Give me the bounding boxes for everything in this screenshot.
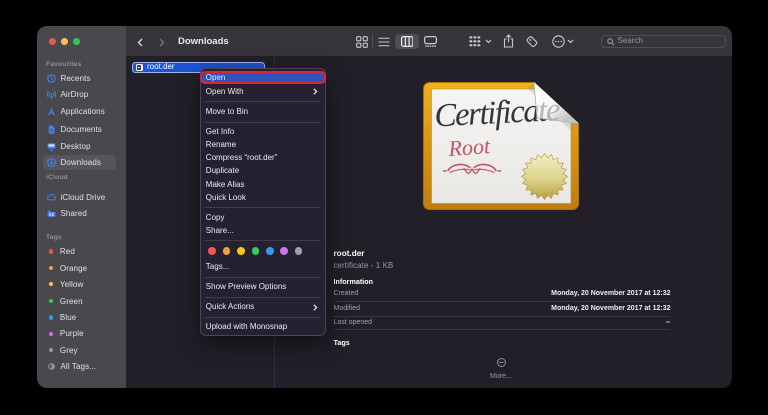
svg-text:Root: Root [447,133,492,161]
